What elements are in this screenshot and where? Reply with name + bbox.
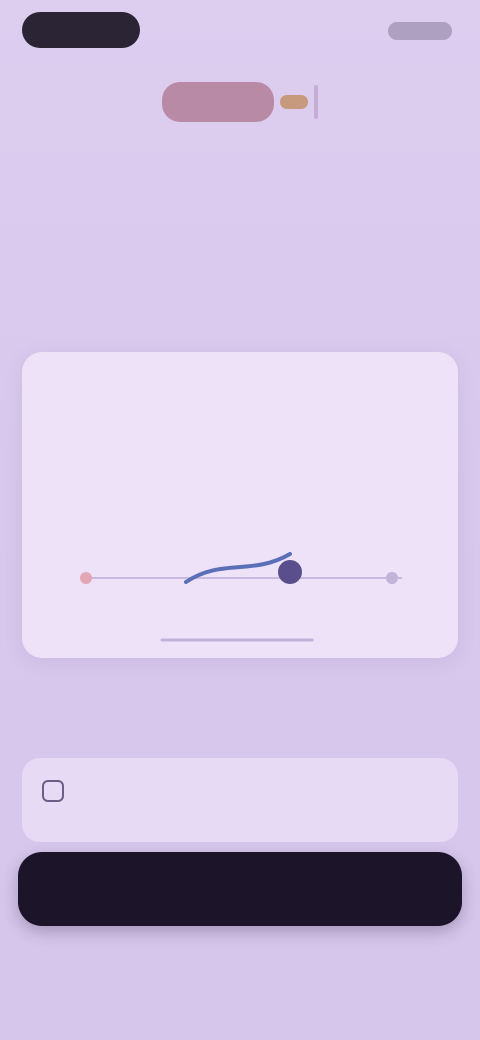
chart-start-point <box>80 572 92 584</box>
chart-end-point <box>386 572 398 584</box>
logo-mark <box>162 82 274 122</box>
progress-chart <box>80 552 402 642</box>
chart-current-point <box>278 560 302 584</box>
logo-accent <box>280 95 308 109</box>
primary-action-button[interactable] <box>18 852 462 926</box>
status-bar-indicators <box>388 22 452 40</box>
brand-logo-icon <box>140 74 340 130</box>
status-bar-time <box>22 12 140 48</box>
preview-card <box>22 352 458 658</box>
logo-divider <box>314 85 318 119</box>
next-step-item[interactable] <box>22 758 458 842</box>
app-screen <box>0 0 480 1040</box>
checkbox-icon[interactable] <box>42 780 64 802</box>
